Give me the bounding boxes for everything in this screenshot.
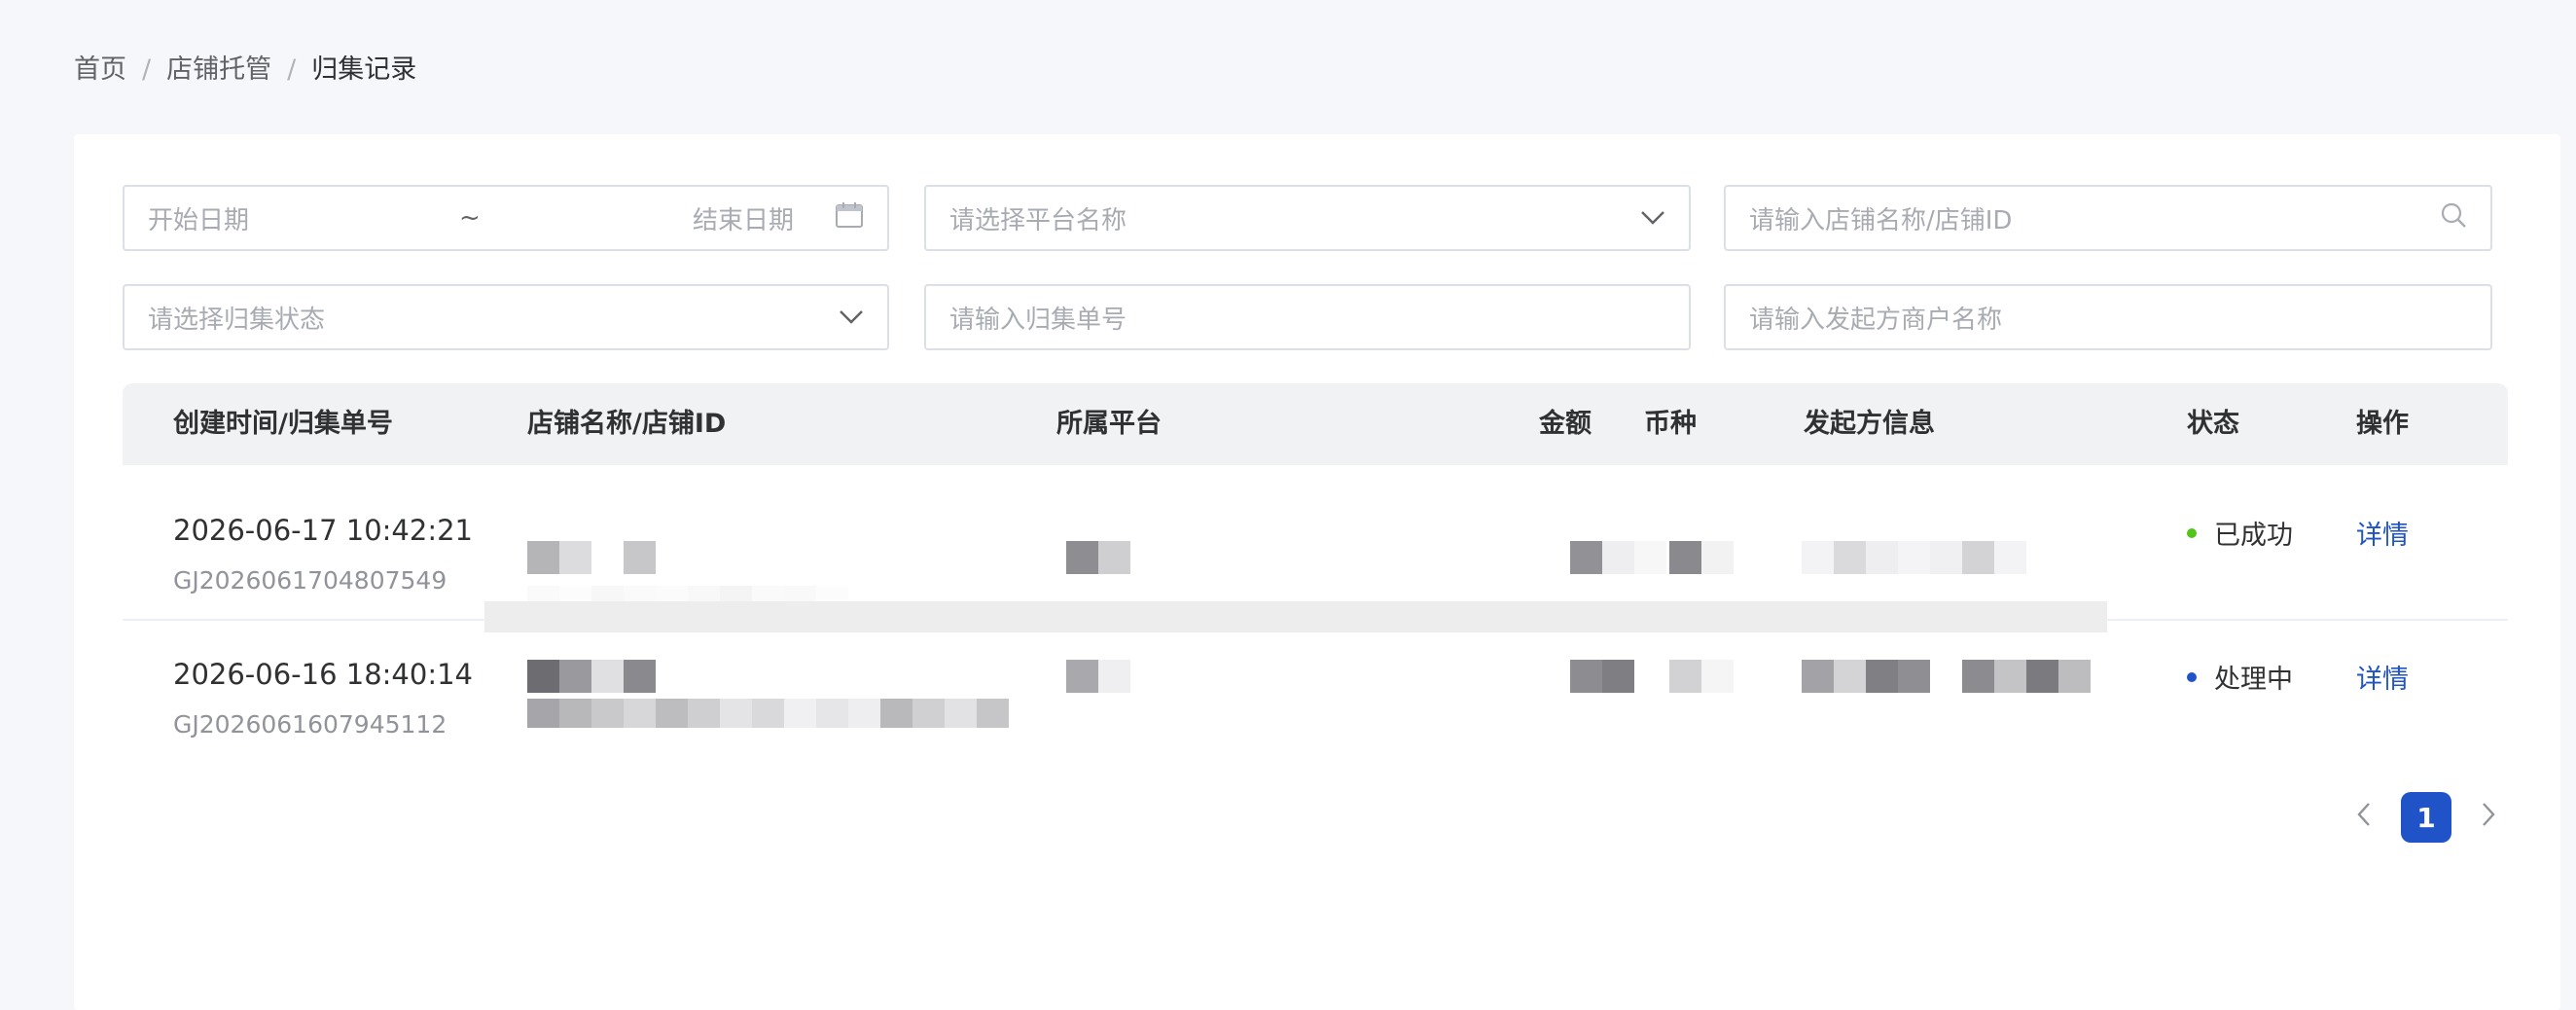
status-dot-success-icon — [2187, 527, 2197, 538]
breadcrumb: 首页 / 店铺托管 / 归集记录 — [74, 53, 416, 88]
column-header-currency: 币种 — [1644, 409, 1697, 439]
row-status: 已成功 — [2187, 514, 2293, 552]
redacted-currency — [1669, 541, 1734, 574]
row-order-no: GJ2026061607945112 — [173, 710, 447, 739]
column-header-action: 操作 — [2356, 409, 2409, 439]
search-icon[interactable] — [2440, 201, 2467, 235]
start-date-input[interactable]: 开始日期 — [148, 200, 440, 236]
shop-search-placeholder: 请输入店铺名称/店铺ID — [1749, 205, 2013, 235]
chevron-down-icon — [839, 303, 864, 332]
redacted-initiator — [1802, 541, 2026, 574]
row-status: 处理中 — [2187, 658, 2293, 696]
redacted-shop-name — [527, 541, 656, 574]
row-created-time: 2026-06-16 18:40:14 — [173, 658, 473, 691]
row-detail-link[interactable]: 详情 — [2356, 514, 2409, 552]
redacted-shop-id — [527, 699, 1009, 728]
merchant-name-input[interactable]: 请输入发起方商户名称 — [1724, 284, 2492, 350]
status-dot-processing-icon — [2187, 671, 2197, 682]
shop-search-input[interactable]: 请输入店铺名称/店铺ID — [1724, 185, 2492, 251]
column-header-shop: 店铺名称/店铺ID — [527, 409, 727, 439]
status-select[interactable]: 请选择归集状态 — [123, 284, 889, 350]
column-header-initiator: 发起方信息 — [1804, 409, 1935, 439]
calendar-icon — [835, 201, 864, 235]
pagination: 1 — [2344, 792, 2508, 843]
chevron-left-icon[interactable] — [2344, 799, 2383, 836]
table-row: 2026-06-17 10:42:21 GJ2026061704807549 已… — [123, 465, 2508, 621]
redacted-amount — [1570, 541, 1666, 574]
column-header-platform: 所属平台 — [1056, 409, 1162, 439]
row-created-time: 2026-06-17 10:42:21 — [173, 514, 473, 547]
redacted-initiator — [1802, 660, 2091, 693]
chevron-right-icon[interactable] — [2469, 799, 2508, 836]
row-status-label: 处理中 — [2214, 665, 2293, 695]
main-card: 开始日期 ~ 结束日期 请选择平台名称 请输入店铺名称/店铺ID 请选择归集状态… — [74, 134, 2560, 1010]
redacted-platform — [1066, 660, 1130, 693]
redacted-amount — [1570, 660, 1634, 693]
redacted-platform — [1066, 541, 1130, 574]
table-header: 创建时间/归集单号 店铺名称/店铺ID 所属平台 金额 币种 发起方信息 状态 … — [123, 383, 2508, 465]
row-status-label: 已成功 — [2214, 521, 2293, 551]
row-order-no: GJ2026061704807549 — [173, 566, 447, 595]
order-no-input[interactable]: 请输入归集单号 — [924, 284, 1691, 350]
breadcrumb-separator: / — [287, 54, 297, 85]
row-detail-link[interactable]: 详情 — [2356, 658, 2409, 696]
table-row: 2026-06-16 18:40:14 GJ2026061607945112 处… — [123, 621, 2508, 753]
breadcrumb-separator: / — [142, 54, 152, 85]
status-select-placeholder: 请选择归集状态 — [148, 305, 326, 335]
breadcrumb-home[interactable]: 首页 — [74, 53, 126, 88]
column-header-amount: 金额 — [1539, 409, 1592, 439]
platform-select-placeholder: 请选择平台名称 — [949, 205, 1127, 235]
breadcrumb-current: 归集记录 — [311, 54, 417, 85]
column-header-time-order: 创建时间/归集单号 — [173, 409, 393, 439]
end-date-input[interactable]: 结束日期 — [693, 200, 794, 236]
chevron-down-icon — [1640, 203, 1665, 233]
platform-select[interactable]: 请选择平台名称 — [924, 185, 1691, 251]
order-no-placeholder: 请输入归集单号 — [949, 305, 1127, 335]
breadcrumb-shop-hosting[interactable]: 店铺托管 — [166, 53, 271, 88]
redacted-currency — [1669, 660, 1734, 693]
page-number-current[interactable]: 1 — [2401, 792, 2451, 843]
date-range-picker[interactable]: 开始日期 ~ 结束日期 — [123, 185, 889, 251]
range-separator: ~ — [458, 203, 481, 233]
merchant-name-placeholder: 请输入发起方商户名称 — [1749, 305, 2003, 335]
redacted-shop-name — [527, 660, 656, 693]
column-header-status: 状态 — [2187, 409, 2239, 439]
